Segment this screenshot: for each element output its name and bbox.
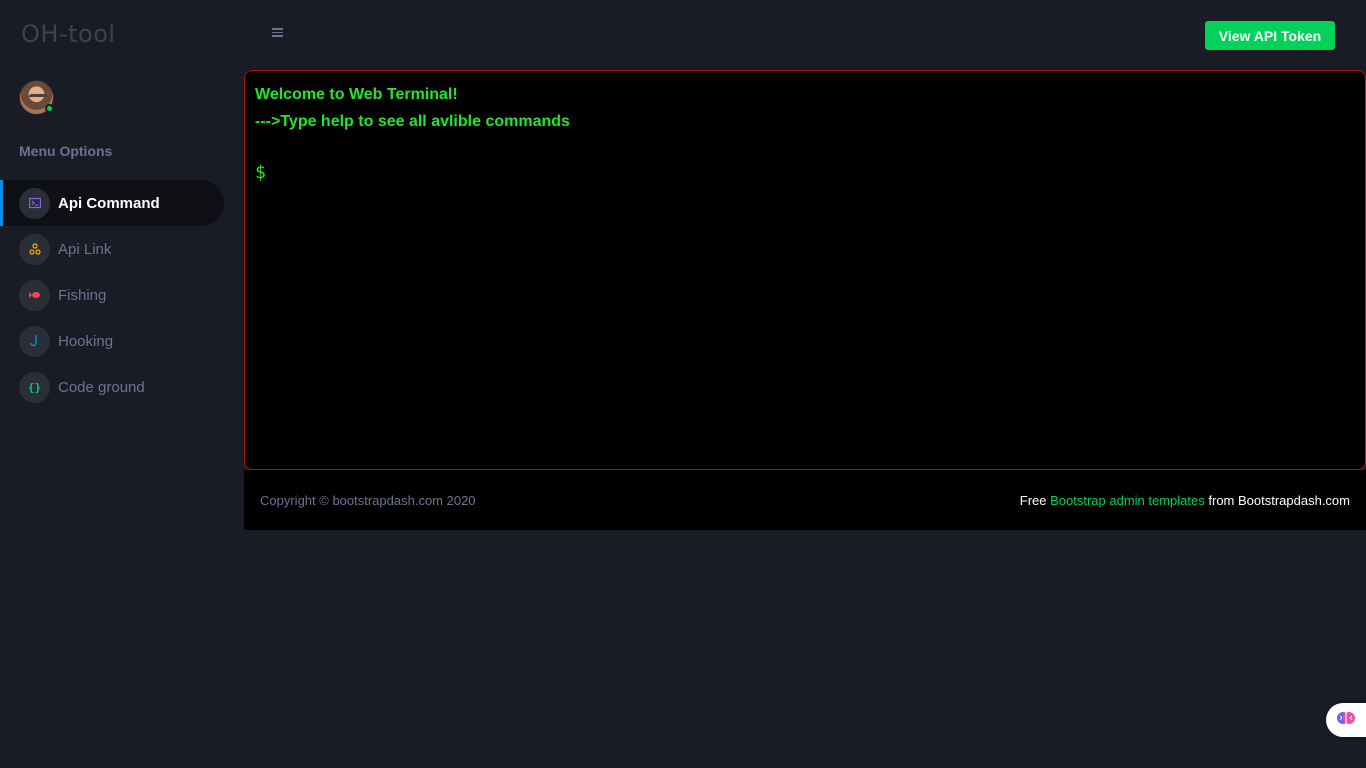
- avatar[interactable]: [19, 80, 54, 115]
- code-braces-icon: {}: [19, 371, 50, 403]
- share-nodes-icon: [19, 233, 50, 265]
- sidebar-nav: Api Command Api Link Fishing Hooking {} …: [0, 180, 244, 410]
- copyright-text: Copyright © bootstrapdash.com 2020: [260, 492, 476, 508]
- assistant-brain-button[interactable]: [1326, 703, 1366, 737]
- fish-icon: [19, 279, 50, 311]
- terminal-prompt-row: $: [255, 161, 1355, 185]
- sidebar-item-hooking[interactable]: Hooking: [0, 318, 224, 364]
- sidebar-item-code-ground[interactable]: {} Code ground: [0, 364, 224, 410]
- footer-free-text: Free: [1019, 492, 1047, 508]
- menu-toggle-icon[interactable]: [272, 27, 283, 38]
- sidebar-item-api-command[interactable]: Api Command: [0, 180, 224, 226]
- terminal-command-input[interactable]: [275, 163, 1355, 183]
- brain-icon: [1336, 708, 1356, 733]
- view-api-token-button[interactable]: View API Token: [1205, 21, 1335, 50]
- sidebar-item-api-link[interactable]: Api Link: [0, 226, 224, 272]
- footer: Copyright © bootstrapdash.com 2020 Free …: [244, 470, 1366, 530]
- avatar-glasses: [29, 94, 46, 99]
- terminal-hint-text: --->Type help to see all avlible command…: [255, 113, 570, 130]
- terminal-welcome-text: Welcome to Web Terminal!: [255, 86, 458, 103]
- online-status-dot: [45, 104, 54, 113]
- web-terminal[interactable]: Welcome to Web Terminal! --->Type help t…: [244, 70, 1366, 470]
- footer-credit: Free Bootstrap admin templates from Boot…: [1020, 493, 1350, 508]
- sidebar-item-label: Api Command: [58, 194, 160, 212]
- footer-suffix-text: from Bootstrapdash.com: [1208, 492, 1350, 508]
- menu-title: Menu Options: [19, 143, 113, 159]
- sidebar: OH-tool Menu Options Api Command Api Lin…: [0, 0, 244, 768]
- sidebar-item-fishing[interactable]: Fishing: [0, 272, 224, 318]
- sidebar-item-label: Code ground: [58, 378, 145, 396]
- terminal-icon: [19, 187, 50, 219]
- sidebar-item-label: Api Link: [58, 240, 112, 258]
- top-navbar: View API Token: [244, 0, 1366, 70]
- terminal-prompt-symbol: $: [255, 162, 266, 183]
- bootstrap-templates-link[interactable]: Bootstrap admin templates: [1050, 493, 1205, 508]
- sidebar-item-label: Hooking: [58, 332, 114, 350]
- hook-icon: [19, 325, 50, 357]
- brand-logo[interactable]: OH-tool: [21, 20, 116, 48]
- sidebar-item-label: Fishing: [58, 286, 107, 304]
